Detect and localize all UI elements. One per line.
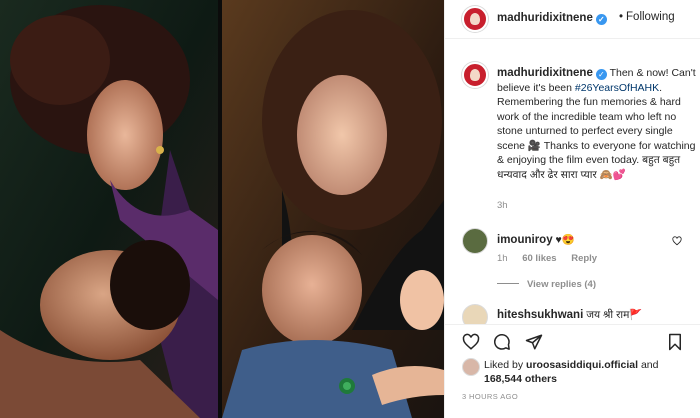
caption-text: madhuridixitnene ✓ Then & now! Can't beli… <box>497 66 697 182</box>
post-header: madhuridixitnene ✓ • Following <box>445 0 700 39</box>
likes-text: Liked by uroosasiddiqui.official and 168… <box>484 358 658 386</box>
caption-body-after: . Remembering the fun memories & hard wo… <box>497 81 696 181</box>
comment-body: ♥😍 <box>555 234 575 246</box>
post-sidebar: madhuridixitnene ✓ • Following madhuridixi… <box>444 0 700 418</box>
comment-text: imouniroy ♥😍 <box>497 233 575 246</box>
verified-icon: ✓ <box>595 14 607 25</box>
commenter-avatar[interactable] <box>462 228 488 254</box>
liker-avatar[interactable] <box>462 358 480 376</box>
likes-middle: and <box>638 359 659 371</box>
now-photo <box>222 0 444 418</box>
comment-body: जय श्री राम🚩 <box>586 309 643 321</box>
post-timestamp[interactable]: 3 HOURS AGO <box>462 392 518 401</box>
view-replies-button[interactable]: View replies (4) <box>497 279 596 290</box>
comment-time: 1h <box>497 253 508 264</box>
verified-icon: ✓ <box>595 69 607 80</box>
then-photo <box>0 0 218 418</box>
author-username[interactable]: madhuridixitnene ✓ <box>497 12 607 25</box>
comment-username[interactable]: imouniroy <box>497 234 553 246</box>
replies-divider <box>497 283 519 284</box>
following-button[interactable]: • Following <box>619 11 675 23</box>
likes-count[interactable]: 168,544 others <box>484 373 557 385</box>
hashtag-link[interactable]: #26YearsOfHAHK <box>575 82 659 94</box>
author-username-text[interactable]: madhuridixitnene <box>497 12 593 24</box>
caption-avatar[interactable] <box>462 62 488 88</box>
reply-button[interactable]: Reply <box>571 253 597 264</box>
caption-time: 3h <box>497 200 508 211</box>
comment-text: hiteshsukhwani जय श्री राम🚩 <box>497 308 642 322</box>
comment-likes[interactable]: 60 likes <box>522 253 556 264</box>
commenter-avatar[interactable] <box>462 304 488 324</box>
comment-item: hiteshsukhwani जय श्री राम🚩 <box>462 304 692 324</box>
comment-username[interactable]: hiteshsukhwani <box>497 309 583 321</box>
comment-icon[interactable] <box>493 333 511 351</box>
likes-prefix: Liked by <box>484 359 527 371</box>
comment-like-icon[interactable] <box>672 236 682 246</box>
following-label[interactable]: Following <box>626 11 675 23</box>
view-replies-label[interactable]: View replies (4) <box>527 279 596 290</box>
comment-meta: 1h 60 likes Reply <box>497 253 609 264</box>
share-icon[interactable] <box>525 333 543 351</box>
author-avatar[interactable] <box>462 6 488 32</box>
follow-separator: • <box>619 11 624 23</box>
bookmark-icon[interactable] <box>666 333 684 351</box>
caption-username[interactable]: madhuridixitnene <box>497 67 593 79</box>
action-bar <box>445 324 700 358</box>
heart-icon[interactable] <box>462 333 480 351</box>
post-media[interactable] <box>0 0 444 418</box>
liker-username[interactable]: uroosasiddiqui.official <box>526 359 638 371</box>
